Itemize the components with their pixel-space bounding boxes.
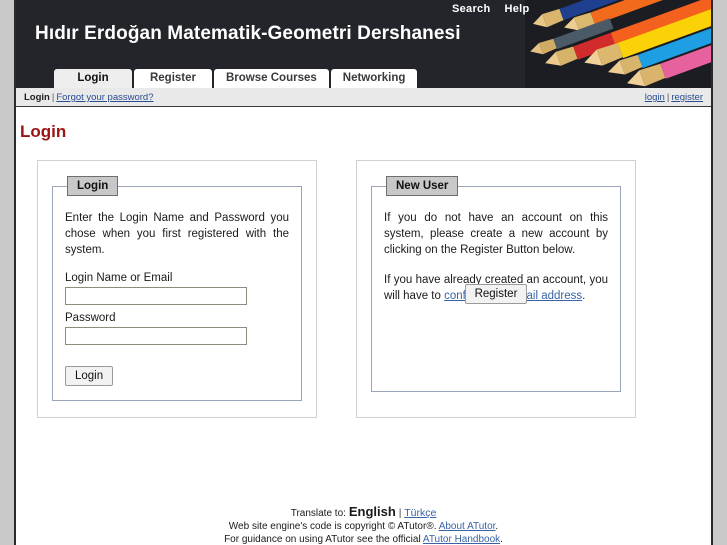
site-footer: Translate to: English | Türkçe Web site … [16, 505, 711, 545]
tab-networking[interactable]: Networking [330, 69, 418, 88]
guidance-line: For guidance on using ATutor see the off… [16, 533, 711, 545]
breadcrumb: Login | Forgot your password? [24, 92, 154, 103]
login-panel: Login Enter the Login Name and Password … [37, 160, 317, 418]
translate-label: Translate to: [290, 508, 346, 519]
new-user-fieldset: New User If you do not have an account o… [371, 176, 621, 392]
page-frame: Search Help Hıdır Erdoğan Matematik-Geome… [14, 0, 713, 545]
panels-row: Login Enter the Login Name and Password … [37, 160, 657, 418]
account-links: login | register [645, 92, 703, 103]
register-button-wrap: Register [372, 270, 620, 304]
translate-row: Translate to: English | Türkçe [16, 505, 711, 520]
tab-login[interactable]: Login [54, 69, 132, 88]
forgot-password-link[interactable]: Forgot your password? [56, 92, 153, 103]
guidance-suffix: . [500, 534, 503, 545]
about-atutor-link[interactable]: About ATutor [439, 521, 496, 532]
register-link[interactable]: register [671, 92, 703, 103]
new-user-legend: New User [386, 176, 459, 196]
language-turkish-link[interactable]: Türkçe [404, 507, 436, 519]
tab-browse-courses[interactable]: Browse Courses [214, 69, 329, 88]
atutor-handbook-link[interactable]: ATutor Handbook [423, 534, 500, 545]
page-title: Login [20, 122, 67, 141]
main-content: Login Login Enter the Login Name and Pas… [16, 107, 711, 544]
language-current: English [348, 504, 396, 519]
password-label: Password [65, 312, 116, 324]
login-intro-text: Enter the Login Name and Password you ch… [65, 212, 289, 256]
breadcrumb-current: Login [24, 92, 50, 103]
site-banner: Search Help Hıdır Erdoğan Matematik-Geome… [16, 0, 711, 88]
colored-pencils-image [525, 0, 711, 88]
tab-register[interactable]: Register [134, 69, 212, 88]
login-fieldset: Login Enter the Login Name and Password … [52, 176, 302, 401]
copyright-prefix: Web site engine's code is copyright © AT… [228, 521, 439, 532]
copyright-line: Web site engine's code is copyright © AT… [16, 520, 711, 533]
language-separator: | [398, 507, 402, 519]
register-submit-button[interactable]: Register [464, 284, 528, 304]
copyright-suffix: . [495, 521, 499, 532]
guidance-prefix: For guidance on using ATutor see the off… [224, 534, 423, 545]
search-link[interactable]: Search [452, 3, 491, 15]
login-name-label: Login Name or Email [65, 272, 173, 284]
login-name-input[interactable] [65, 287, 247, 305]
login-legend: Login [67, 176, 119, 196]
login-submit-button[interactable]: Login [65, 366, 114, 386]
breadcrumb-bar: Login | Forgot your password? login | regist… [16, 88, 711, 107]
banner-utility-links: Search Help [452, 3, 544, 15]
help-link[interactable]: Help [505, 3, 530, 15]
site-title: Hıdır Erdoğan Matematik-Geometri Dershan… [35, 23, 461, 44]
new-user-paragraph-1: If you do not have an account on this sy… [384, 212, 608, 256]
login-link[interactable]: login [645, 92, 665, 103]
browser-page: Search Help Hıdır Erdoğan Matematik-Geome… [0, 0, 727, 545]
password-input[interactable] [65, 327, 247, 345]
new-user-panel: New User If you do not have an account o… [356, 160, 636, 418]
main-tabs: Login Register Browse Courses Networking [54, 68, 419, 88]
